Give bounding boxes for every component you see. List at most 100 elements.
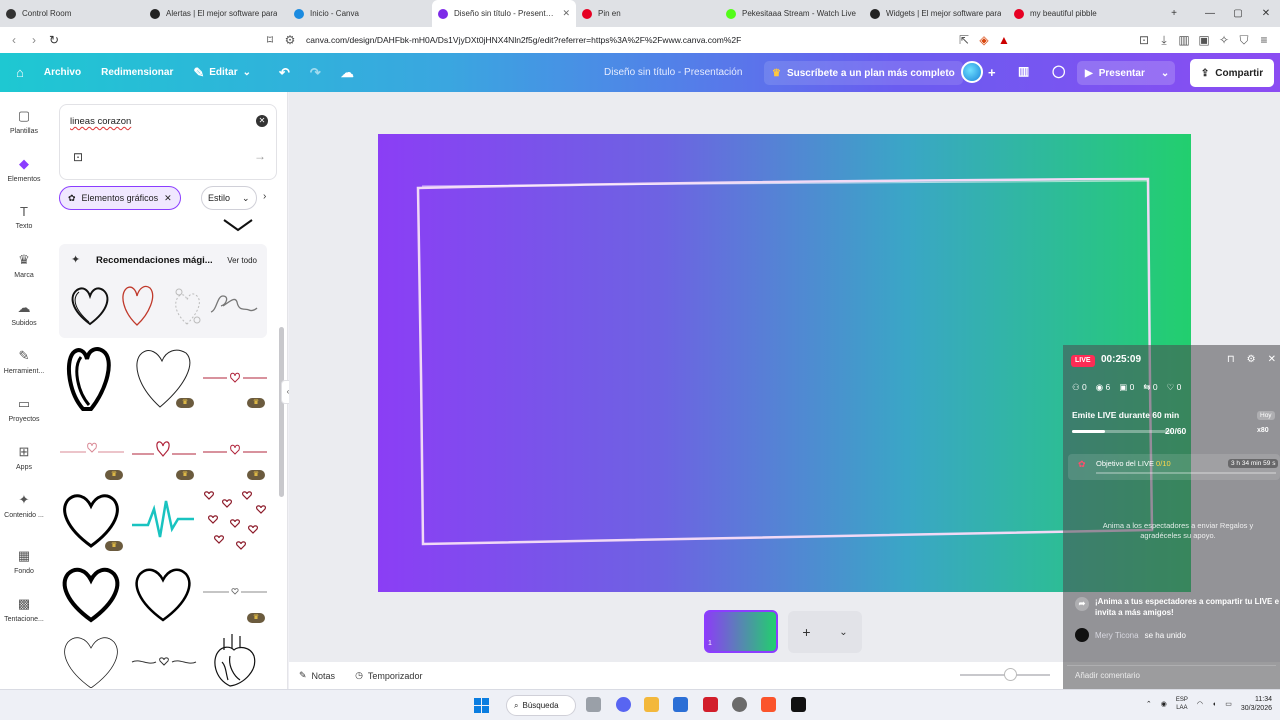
present-button[interactable]: ▶ Presentar ⌄ (1077, 61, 1176, 85)
wallet-icon[interactable]: ▣ (1194, 33, 1214, 47)
anatomical-heart-graphic[interactable] (208, 630, 262, 688)
forward-icon[interactable]: › (24, 33, 44, 47)
heart-graphic[interactable] (117, 282, 157, 328)
heart-line-graphic[interactable] (201, 368, 269, 384)
heart-graphic[interactable] (63, 345, 119, 413)
chevron-down-icon[interactable]: ⌄ (839, 627, 847, 638)
language-indicator[interactable]: ESP LAA (1176, 696, 1188, 712)
browser-tab[interactable]: Diseño sin título - Presentació ✕ (432, 0, 576, 27)
volume-icon[interactable]: ◖ (1212, 701, 1216, 708)
comment-input[interactable]: Añadir comentario (1067, 665, 1276, 685)
rail-item[interactable]: ▩ Tentacione... (0, 596, 48, 623)
heart-line-graphic[interactable] (130, 438, 198, 462)
browser-tab[interactable]: Pekesitaaa Stream - Watch Live (720, 0, 864, 27)
heart-graphic[interactable] (67, 284, 113, 328)
chevron-up-icon[interactable]: ⌃ (1146, 700, 1152, 708)
heartbeat-line-graphic[interactable] (130, 497, 196, 541)
notes-button[interactable]: ✎ Notas (299, 670, 335, 681)
browser-tab[interactable]: Pin en (576, 0, 720, 27)
filter-chip-graphics[interactable]: ✿ Elementos gráficos ✕ (59, 186, 181, 210)
chevron-down-icon[interactable]: ⌄ (1161, 68, 1169, 79)
edit-menu[interactable]: ✎ Editar ⌄ (183, 53, 261, 92)
home-button[interactable]: ⌂ (0, 53, 34, 92)
leo-icon[interactable]: ✧ (1214, 33, 1234, 47)
resize-button[interactable]: Redimensionar (91, 53, 183, 92)
comments-icon[interactable]: ◯ (1052, 64, 1065, 78)
subscribe-button[interactable]: ♛ Suscríbete a un plan más completo (764, 61, 963, 85)
rail-item[interactable]: ✎ Herramient... (0, 348, 48, 375)
heart-line-graphic[interactable] (130, 654, 198, 670)
search-input[interactable]: lineas corazon (70, 116, 131, 127)
menu-icon[interactable]: ≡ (1254, 33, 1274, 47)
file-explorer-icon[interactable] (644, 697, 659, 712)
back-icon[interactable]: ‹ (4, 33, 24, 47)
share-page-icon[interactable]: ⇱ (954, 33, 974, 47)
sidebar-icon[interactable]: ▥ (1174, 33, 1194, 47)
windows-start-icon[interactable] (474, 698, 489, 713)
panel-scrollbar[interactable] (279, 327, 284, 497)
browser-tab[interactable]: Inicio - Canva (288, 0, 432, 27)
new-tab-button[interactable]: + (1160, 8, 1188, 19)
design-title[interactable]: Diseño sin título - Presentación (604, 53, 742, 92)
rail-item[interactable]: T Texto (0, 204, 48, 230)
timer-button[interactable]: ◷ Temporizador (355, 670, 422, 681)
add-collaborator-icon[interactable]: + (988, 65, 996, 80)
chevron-right-icon[interactable]: › (263, 191, 266, 202)
wifi-icon[interactable]: ◠ (1197, 700, 1203, 708)
slide-thumbnail[interactable] (704, 610, 778, 653)
share-live-cta[interactable]: ➦ ¡Anima a tus espectadores a compartir … (1075, 596, 1280, 618)
arrow-right-icon[interactable]: → (254, 149, 266, 163)
filter-chip-style[interactable]: Estilo ⌄ (201, 186, 257, 210)
heart-graphic[interactable] (58, 632, 124, 688)
brave-icon[interactable] (761, 697, 776, 712)
live-objective[interactable]: ✿ Objetivo del LIVE 0/10 3 h 34 min 59 s (1068, 454, 1280, 480)
heart-pattern-graphic[interactable] (201, 489, 267, 555)
app-icon[interactable] (703, 697, 718, 712)
bookmark-icon[interactable]: ⌑ (260, 33, 280, 47)
minimize-icon[interactable]: — (1196, 8, 1224, 19)
gamepad-icon[interactable]: ◉ (1161, 700, 1167, 708)
heart-graphic[interactable] (58, 564, 124, 624)
browser-tab[interactable]: Alertas | El mejor software para (144, 0, 288, 27)
rail-item[interactable]: ✦ Contenido ... (0, 492, 48, 519)
heart-graphic-partial[interactable] (222, 218, 254, 232)
clear-search-icon[interactable]: ✕ (256, 115, 268, 127)
maximize-icon[interactable]: ▢ (1224, 8, 1252, 19)
clock[interactable]: 11:34 30/3/2026 (1241, 695, 1272, 713)
browser-tab[interactable]: Widgets | El mejor software para (864, 0, 1008, 27)
close-window-icon[interactable]: ✕ (1252, 8, 1280, 19)
rail-item[interactable]: ♛ Marca (0, 252, 48, 279)
search-box[interactable]: lineas corazon ✕ ⊡ → (59, 104, 277, 180)
discord-icon[interactable] (616, 697, 631, 712)
taskbar-search[interactable]: ⌕ Búsqueda (506, 695, 576, 716)
heart-line-graphic[interactable] (201, 440, 269, 460)
avatar[interactable] (961, 61, 983, 83)
rewards-icon[interactable]: ▲ (994, 33, 1014, 47)
rail-item[interactable]: ☁ Subidos (0, 300, 48, 327)
rail-item[interactable]: ▭ Proyectos (0, 396, 48, 423)
site-info-icon[interactable]: ⚙ (280, 33, 300, 47)
close-icon[interactable]: ✕ (1268, 354, 1276, 365)
rail-item[interactable]: ▢ Plantillas (0, 108, 48, 135)
download-icon[interactable]: ⤓ (1154, 33, 1174, 48)
heart-line-graphic[interactable] (209, 290, 259, 320)
heart-line-graphic[interactable] (201, 586, 269, 598)
browser-tab[interactable]: my beautiful pibble (1008, 0, 1152, 27)
cloud-save-button[interactable]: ☁ (331, 53, 364, 92)
lock-icon[interactable]: ⊓ (1227, 354, 1235, 365)
browser-tab[interactable]: Control Room (0, 0, 144, 27)
file-menu[interactable]: Archivo (34, 53, 91, 92)
view-all-link[interactable]: Ver todo (227, 256, 257, 265)
redo-button[interactable]: ↷ (300, 53, 331, 92)
insights-icon[interactable]: ▥ (1018, 64, 1029, 78)
reload-icon[interactable]: ↻ (44, 33, 64, 47)
vpn-icon[interactable]: ⛉ (1234, 33, 1254, 48)
rail-item[interactable]: ▦ Fondo (0, 548, 48, 575)
rail-item[interactable]: ⊞ Apps (0, 444, 48, 471)
battery-icon[interactable]: ▭ (1225, 700, 1232, 708)
image-search-icon[interactable]: ⊡ (73, 150, 83, 164)
heart-graphic[interactable] (130, 564, 196, 624)
task-view-icon[interactable] (586, 697, 601, 712)
brave-shield-icon[interactable]: ◈ (974, 33, 994, 47)
url-field[interactable]: canva.com/design/DAHFbk-mH0A/Ds1VjyDXt0j… (306, 35, 741, 45)
